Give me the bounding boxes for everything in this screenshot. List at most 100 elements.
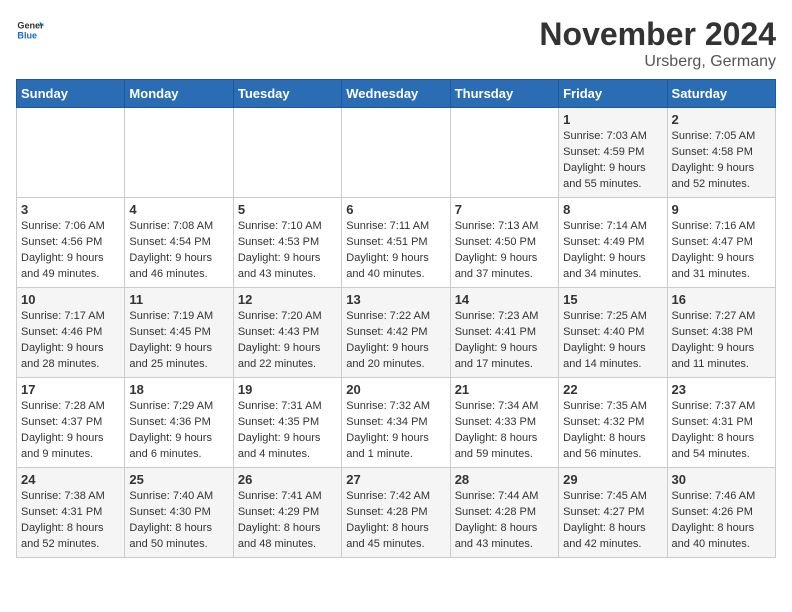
day-number: 17 [21,382,120,397]
day-number: 10 [21,292,120,307]
day-info: Sunrise: 7:28 AM Sunset: 4:37 PM Dayligh… [21,399,120,463]
calendar-cell [17,108,125,198]
calendar-week: 17 Sunrise: 7:28 AM Sunset: 4:37 PM Dayli… [17,378,776,468]
day-info: Sunrise: 7:25 AM Sunset: 4:40 PM Dayligh… [563,309,662,373]
calendar-cell: 16 Sunrise: 7:27 AM Sunset: 4:38 PM Dayli… [667,288,775,378]
weekday-label: Friday [559,80,667,108]
weekday-label: Saturday [667,80,775,108]
calendar-week: 3Sunrise: 7:06 AM Sunset: 4:56 PM Daylig… [17,198,776,288]
day-number: 5 [238,202,337,217]
day-info: Sunrise: 7:17 AM Sunset: 4:46 PM Dayligh… [21,309,120,373]
day-info: Sunrise: 7:05 AM Sunset: 4:58 PM Dayligh… [672,129,771,193]
calendar-week: 24Sunrise: 7:38 AM Sunset: 4:31 PM Dayli… [17,468,776,558]
day-info: Sunrise: 7:08 AM Sunset: 4:54 PM Dayligh… [129,219,228,283]
day-number: 29 [563,472,662,487]
calendar-cell: 28 Sunrise: 7:44 AM Sunset: 4:28 PM Dayli… [450,468,558,558]
day-number: 18 [129,382,228,397]
weekday-label: Wednesday [342,80,450,108]
day-number: 8 [563,202,662,217]
calendar-cell: 8 Sunrise: 7:14 AM Sunset: 4:49 PM Daylig… [559,198,667,288]
day-info: Sunrise: 7:20 AM Sunset: 4:43 PM Dayligh… [238,309,337,373]
day-info: Sunrise: 7:19 AM Sunset: 4:45 PM Dayligh… [129,309,228,373]
day-info: Sunrise: 7:46 AM Sunset: 4:26 PM Dayligh… [672,489,771,553]
day-info: Sunrise: 7:23 AM Sunset: 4:41 PM Dayligh… [455,309,554,373]
day-number: 11 [129,292,228,307]
location-title: Ursberg, Germany [539,53,776,71]
day-number: 23 [672,382,771,397]
day-number: 27 [346,472,445,487]
day-info: Sunrise: 7:45 AM Sunset: 4:27 PM Dayligh… [563,489,662,553]
calendar-cell: 30 Sunrise: 7:46 AM Sunset: 4:26 PM Dayli… [667,468,775,558]
day-number: 26 [238,472,337,487]
day-number: 22 [563,382,662,397]
calendar-cell: 20 Sunrise: 7:32 AM Sunset: 4:34 PM Dayli… [342,378,450,468]
day-info: Sunrise: 7:14 AM Sunset: 4:49 PM Dayligh… [563,219,662,283]
day-number: 6 [346,202,445,217]
calendar-cell: 18 Sunrise: 7:29 AM Sunset: 4:36 PM Dayli… [125,378,233,468]
day-info: Sunrise: 7:03 AM Sunset: 4:59 PM Dayligh… [563,129,662,193]
day-info: Sunrise: 7:35 AM Sunset: 4:32 PM Dayligh… [563,399,662,463]
calendar-cell: 15 Sunrise: 7:25 AM Sunset: 4:40 PM Dayli… [559,288,667,378]
calendar-cell: 6 Sunrise: 7:11 AM Sunset: 4:51 PM Daylig… [342,198,450,288]
calendar-cell: 2 Sunrise: 7:05 AM Sunset: 4:58 PM Daylig… [667,108,775,198]
day-info: Sunrise: 7:42 AM Sunset: 4:28 PM Dayligh… [346,489,445,553]
day-number: 15 [563,292,662,307]
day-number: 16 [672,292,771,307]
day-info: Sunrise: 7:22 AM Sunset: 4:42 PM Dayligh… [346,309,445,373]
day-number: 1 [563,112,662,127]
day-number: 30 [672,472,771,487]
day-number: 19 [238,382,337,397]
title-area: November 2024 Ursberg, Germany [539,16,776,71]
day-info: Sunrise: 7:31 AM Sunset: 4:35 PM Dayligh… [238,399,337,463]
weekday-header: SundayMondayTuesdayWednesdayThursdayFrid… [17,80,776,108]
calendar-cell [125,108,233,198]
day-number: 20 [346,382,445,397]
day-number: 25 [129,472,228,487]
calendar-cell: 5Sunrise: 7:10 AM Sunset: 4:53 PM Daylig… [233,198,341,288]
calendar-cell [342,108,450,198]
day-info: Sunrise: 7:44 AM Sunset: 4:28 PM Dayligh… [455,489,554,553]
calendar-cell: 19 Sunrise: 7:31 AM Sunset: 4:35 PM Dayli… [233,378,341,468]
day-number: 28 [455,472,554,487]
day-number: 9 [672,202,771,217]
day-info: Sunrise: 7:27 AM Sunset: 4:38 PM Dayligh… [672,309,771,373]
calendar-cell: 4 Sunrise: 7:08 AM Sunset: 4:54 PM Daylig… [125,198,233,288]
day-info: Sunrise: 7:41 AM Sunset: 4:29 PM Dayligh… [238,489,337,553]
calendar-cell: 26 Sunrise: 7:41 AM Sunset: 4:29 PM Dayli… [233,468,341,558]
day-info: Sunrise: 7:16 AM Sunset: 4:47 PM Dayligh… [672,219,771,283]
weekday-label: Sunday [17,80,125,108]
calendar-cell [450,108,558,198]
calendar-cell: 12 Sunrise: 7:20 AM Sunset: 4:43 PM Dayli… [233,288,341,378]
day-info: Sunrise: 7:40 AM Sunset: 4:30 PM Dayligh… [129,489,228,553]
day-info: Sunrise: 7:13 AM Sunset: 4:50 PM Dayligh… [455,219,554,283]
day-number: 2 [672,112,771,127]
day-info: Sunrise: 7:29 AM Sunset: 4:36 PM Dayligh… [129,399,228,463]
calendar-cell: 11 Sunrise: 7:19 AM Sunset: 4:45 PM Dayli… [125,288,233,378]
calendar-body: 1 Sunrise: 7:03 AM Sunset: 4:59 PM Daylig… [17,108,776,558]
day-number: 24 [21,472,120,487]
day-number: 4 [129,202,228,217]
calendar-cell: 14Sunrise: 7:23 AM Sunset: 4:41 PM Dayli… [450,288,558,378]
calendar-week: 1 Sunrise: 7:03 AM Sunset: 4:59 PM Daylig… [17,108,776,198]
day-info: Sunrise: 7:06 AM Sunset: 4:56 PM Dayligh… [21,219,120,283]
calendar-table: SundayMondayTuesdayWednesdayThursdayFrid… [16,79,776,558]
calendar-week: 10 Sunrise: 7:17 AM Sunset: 4:46 PM Dayli… [17,288,776,378]
logo: General Blue [16,16,44,44]
day-number: 7 [455,202,554,217]
day-number: 12 [238,292,337,307]
day-info: Sunrise: 7:11 AM Sunset: 4:51 PM Dayligh… [346,219,445,283]
day-info: Sunrise: 7:37 AM Sunset: 4:31 PM Dayligh… [672,399,771,463]
weekday-label: Tuesday [233,80,341,108]
day-info: Sunrise: 7:32 AM Sunset: 4:34 PM Dayligh… [346,399,445,463]
calendar-cell: 24Sunrise: 7:38 AM Sunset: 4:31 PM Dayli… [17,468,125,558]
month-title: November 2024 [539,16,776,53]
calendar-cell: 23 Sunrise: 7:37 AM Sunset: 4:31 PM Dayli… [667,378,775,468]
calendar-cell: 10 Sunrise: 7:17 AM Sunset: 4:46 PM Dayli… [17,288,125,378]
calendar-cell: 7 Sunrise: 7:13 AM Sunset: 4:50 PM Daylig… [450,198,558,288]
calendar-cell: 3Sunrise: 7:06 AM Sunset: 4:56 PM Daylig… [17,198,125,288]
calendar-cell [233,108,341,198]
calendar-cell: 22 Sunrise: 7:35 AM Sunset: 4:32 PM Dayli… [559,378,667,468]
calendar-cell: 21Sunrise: 7:34 AM Sunset: 4:33 PM Dayli… [450,378,558,468]
calendar-cell: 17 Sunrise: 7:28 AM Sunset: 4:37 PM Dayli… [17,378,125,468]
day-number: 13 [346,292,445,307]
